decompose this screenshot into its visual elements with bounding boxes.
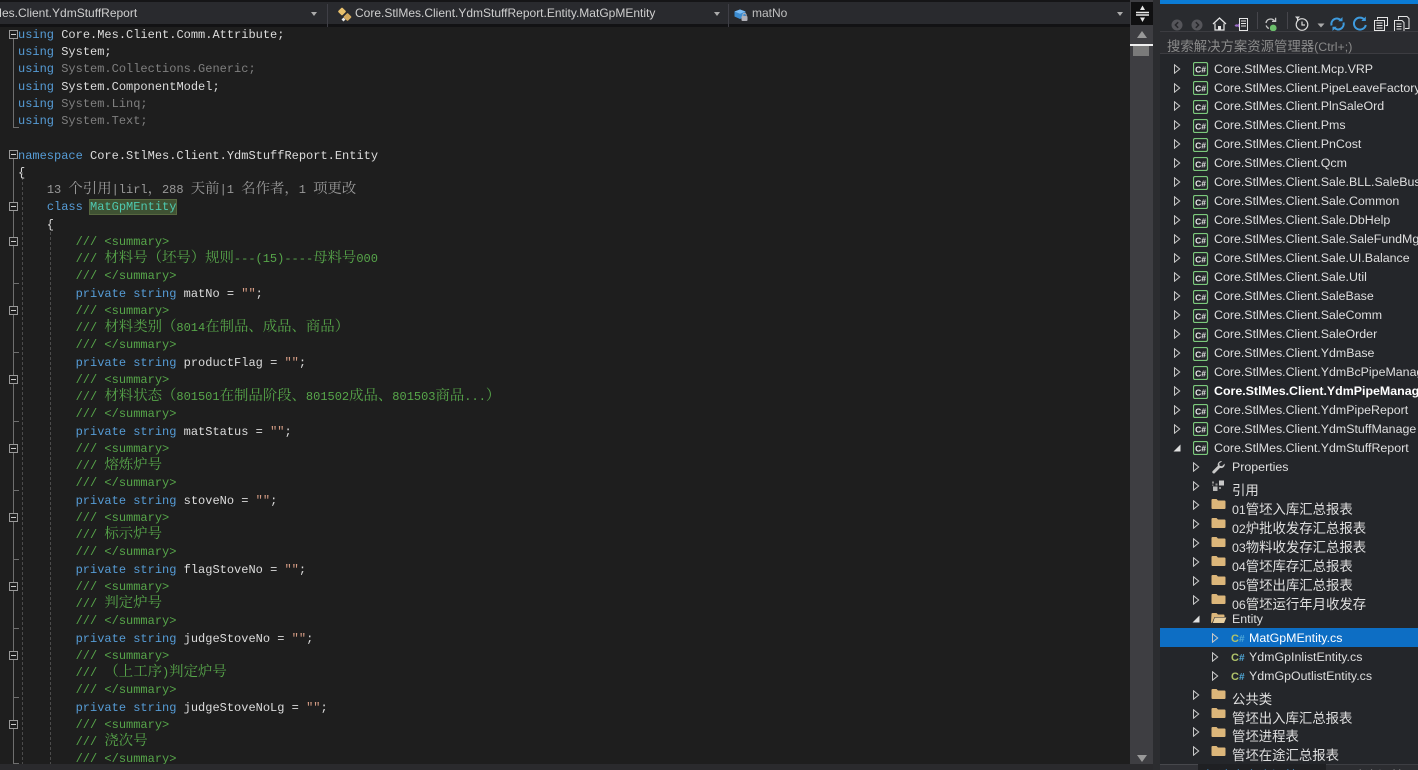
svg-text:C: C bbox=[1231, 671, 1239, 682]
svg-text:#: # bbox=[1239, 653, 1245, 663]
svg-text:C#: C# bbox=[1195, 178, 1206, 188]
svg-text:C#: C# bbox=[1195, 311, 1206, 321]
svg-text:C#: C# bbox=[1195, 197, 1206, 207]
svg-text:C#: C# bbox=[1195, 121, 1206, 131]
svg-text:C#: C# bbox=[1195, 387, 1206, 397]
svg-text:C#: C# bbox=[1195, 330, 1206, 340]
svg-text:C: C bbox=[1231, 652, 1239, 663]
svg-text:C#: C# bbox=[1195, 406, 1206, 416]
svg-text:#: # bbox=[1239, 672, 1245, 682]
svg-text:C#: C# bbox=[1195, 254, 1206, 264]
svg-text:C#: C# bbox=[1195, 140, 1206, 150]
svg-text:C: C bbox=[1231, 633, 1239, 644]
svg-text:C#: C# bbox=[1195, 102, 1206, 112]
svg-text:C#: C# bbox=[1195, 292, 1206, 302]
svg-text:C#: C# bbox=[1195, 216, 1206, 226]
svg-text:C#: C# bbox=[1195, 368, 1206, 378]
svg-text:C#: C# bbox=[1195, 349, 1206, 359]
svg-text:C#: C# bbox=[1195, 235, 1206, 245]
svg-text:#: # bbox=[1239, 634, 1245, 644]
svg-text:C#: C# bbox=[1195, 273, 1206, 283]
svg-text:C#: C# bbox=[1195, 159, 1206, 169]
svg-text:C#: C# bbox=[1195, 444, 1206, 454]
svg-text:C#: C# bbox=[1195, 65, 1206, 75]
svg-text:C#: C# bbox=[1195, 84, 1206, 94]
svg-text:C#: C# bbox=[1195, 425, 1206, 435]
